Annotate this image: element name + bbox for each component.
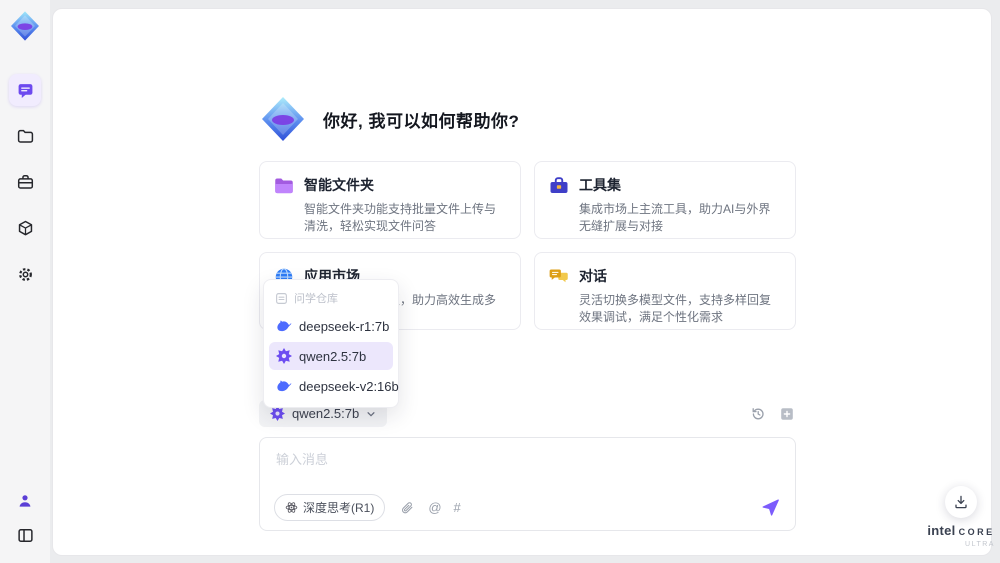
model-selector-value: qwen2.5:7b — [292, 406, 360, 421]
deep-think-label: 深度思考(R1) — [303, 501, 375, 515]
folder-icon — [17, 129, 33, 143]
composer-icons: @ # — [398, 499, 461, 517]
model-dropdown-header-label: 问学仓库 — [294, 293, 338, 305]
app-logo — [7, 8, 43, 44]
download-button[interactable] — [945, 486, 977, 518]
qwen-icon — [270, 406, 285, 421]
chevron-down-icon — [367, 411, 375, 417]
model-option-deepseek-v2[interactable]: deepseek-v2:16b — [269, 372, 399, 400]
sidebar-bottom — [9, 485, 41, 551]
composer-toolbar: 深度思考(R1) @ # — [274, 494, 781, 521]
deep-think-toggle[interactable]: 深度思考(R1) — [274, 494, 386, 521]
sidebar-item-models[interactable] — [9, 212, 41, 244]
card-title: 智能文件夹 — [304, 177, 374, 193]
new-chat-icon[interactable] — [778, 405, 796, 423]
card-title: 工具集 — [579, 177, 621, 193]
card-toolset[interactable]: 工具集 集成市场上主流工具，助力AI与外界无缝扩展与对接 — [534, 161, 796, 239]
main-panel: 你好, 我可以如何帮助你? 智能文件夹 智能文件夹功能支持批量文件上传与清洗，轻… — [52, 8, 993, 556]
sidebar-item-collapse[interactable] — [9, 519, 41, 551]
model-option-label: deepseek-r1:7b — [299, 318, 390, 334]
at-icon[interactable]: @ — [428, 501, 441, 514]
send-icon — [762, 499, 779, 516]
greeting-title: 你好, 我可以如何帮助你? — [323, 111, 520, 131]
sidebar-item-tools[interactable] — [9, 166, 41, 198]
smart-folder-icon — [275, 178, 293, 194]
toolbox-icon — [17, 174, 33, 189]
model-option-deepseek-r1[interactable]: deepseek-r1:7b — [269, 312, 393, 340]
model-option-qwen[interactable]: qwen2.5:7b — [269, 342, 393, 370]
dialog-icon — [549, 269, 568, 283]
ultra-tier-text: ULTRA — [965, 541, 995, 548]
sidebar-item-folders[interactable] — [9, 120, 41, 152]
logo-gem-icon — [11, 11, 39, 41]
app-root: 你好, 我可以如何帮助你? 智能文件夹 智能文件夹功能支持批量文件上传与清洗，轻… — [0, 0, 1000, 563]
card-desc: 灵活切换多模型文件，支持多样回复效果调试，满足个性化需求 — [579, 293, 772, 324]
card-text: 对话 灵活切换多模型文件，支持多样回复效果调试，满足个性化需求 — [579, 266, 781, 324]
intel-core-badge: intel CORE ULTRA — [906, 522, 1000, 548]
download-icon — [955, 495, 967, 509]
card-desc: 集成市场上主流工具，助力AI与外界无缝扩展与对接 — [579, 202, 771, 233]
model-option-label: deepseek-v2:16b — [299, 378, 399, 394]
card-dialog[interactable]: 对话 灵活切换多模型文件，支持多样回复效果调试，满足个性化需求 — [534, 252, 796, 330]
greeting: 你好, 我可以如何帮助你? — [259, 95, 519, 143]
sidebar-item-settings[interactable] — [9, 258, 41, 290]
toolset-icon — [550, 177, 568, 193]
card-desc: 智能文件夹功能支持批量文件上传与清洗，轻松实现文件问答 — [304, 202, 497, 233]
composer: 深度思考(R1) @ # — [259, 437, 796, 531]
cube-icon — [18, 220, 32, 235]
user-icon — [19, 495, 31, 507]
send-button[interactable] — [759, 497, 781, 519]
chat-toolbar-right — [749, 405, 796, 423]
sidebar-item-chat[interactable] — [9, 74, 41, 106]
qwen-icon — [276, 348, 292, 364]
model-dropdown: 问学仓库 deepseek-r1:7b qwen2.5:7b deepseek-… — [263, 279, 399, 408]
panel-icon — [17, 528, 33, 542]
message-input[interactable] — [276, 449, 781, 487]
logo-gem-icon — [262, 97, 304, 141]
atom-icon — [285, 502, 298, 513]
repo-icon — [276, 292, 287, 304]
core-logo-text: CORE — [958, 527, 995, 537]
card-text: 智能文件夹 智能文件夹功能支持批量文件上传与清洗，轻松实现文件问答 — [304, 175, 506, 233]
hash-icon[interactable]: # — [454, 501, 461, 514]
intel-logo-text: intel — [927, 523, 956, 538]
model-option-label: qwen2.5:7b — [299, 348, 367, 364]
deepseek-icon — [277, 380, 292, 392]
history-icon[interactable] — [749, 405, 767, 423]
sidebar-item-account[interactable] — [9, 485, 41, 517]
sidebar-nav — [9, 74, 41, 290]
card-smart-folder[interactable]: 智能文件夹 智能文件夹功能支持批量文件上传与清洗，轻松实现文件问答 — [259, 161, 521, 239]
settings-icon — [18, 267, 32, 281]
sidebar — [0, 0, 50, 563]
card-title: 对话 — [579, 268, 607, 284]
chat-icon — [18, 83, 32, 98]
card-text: 工具集 集成市场上主流工具，助力AI与外界无缝扩展与对接 — [579, 175, 781, 233]
deepseek-icon — [277, 320, 292, 332]
paperclip-icon[interactable] — [398, 499, 416, 517]
model-dropdown-header: 问学仓库 — [269, 286, 393, 310]
